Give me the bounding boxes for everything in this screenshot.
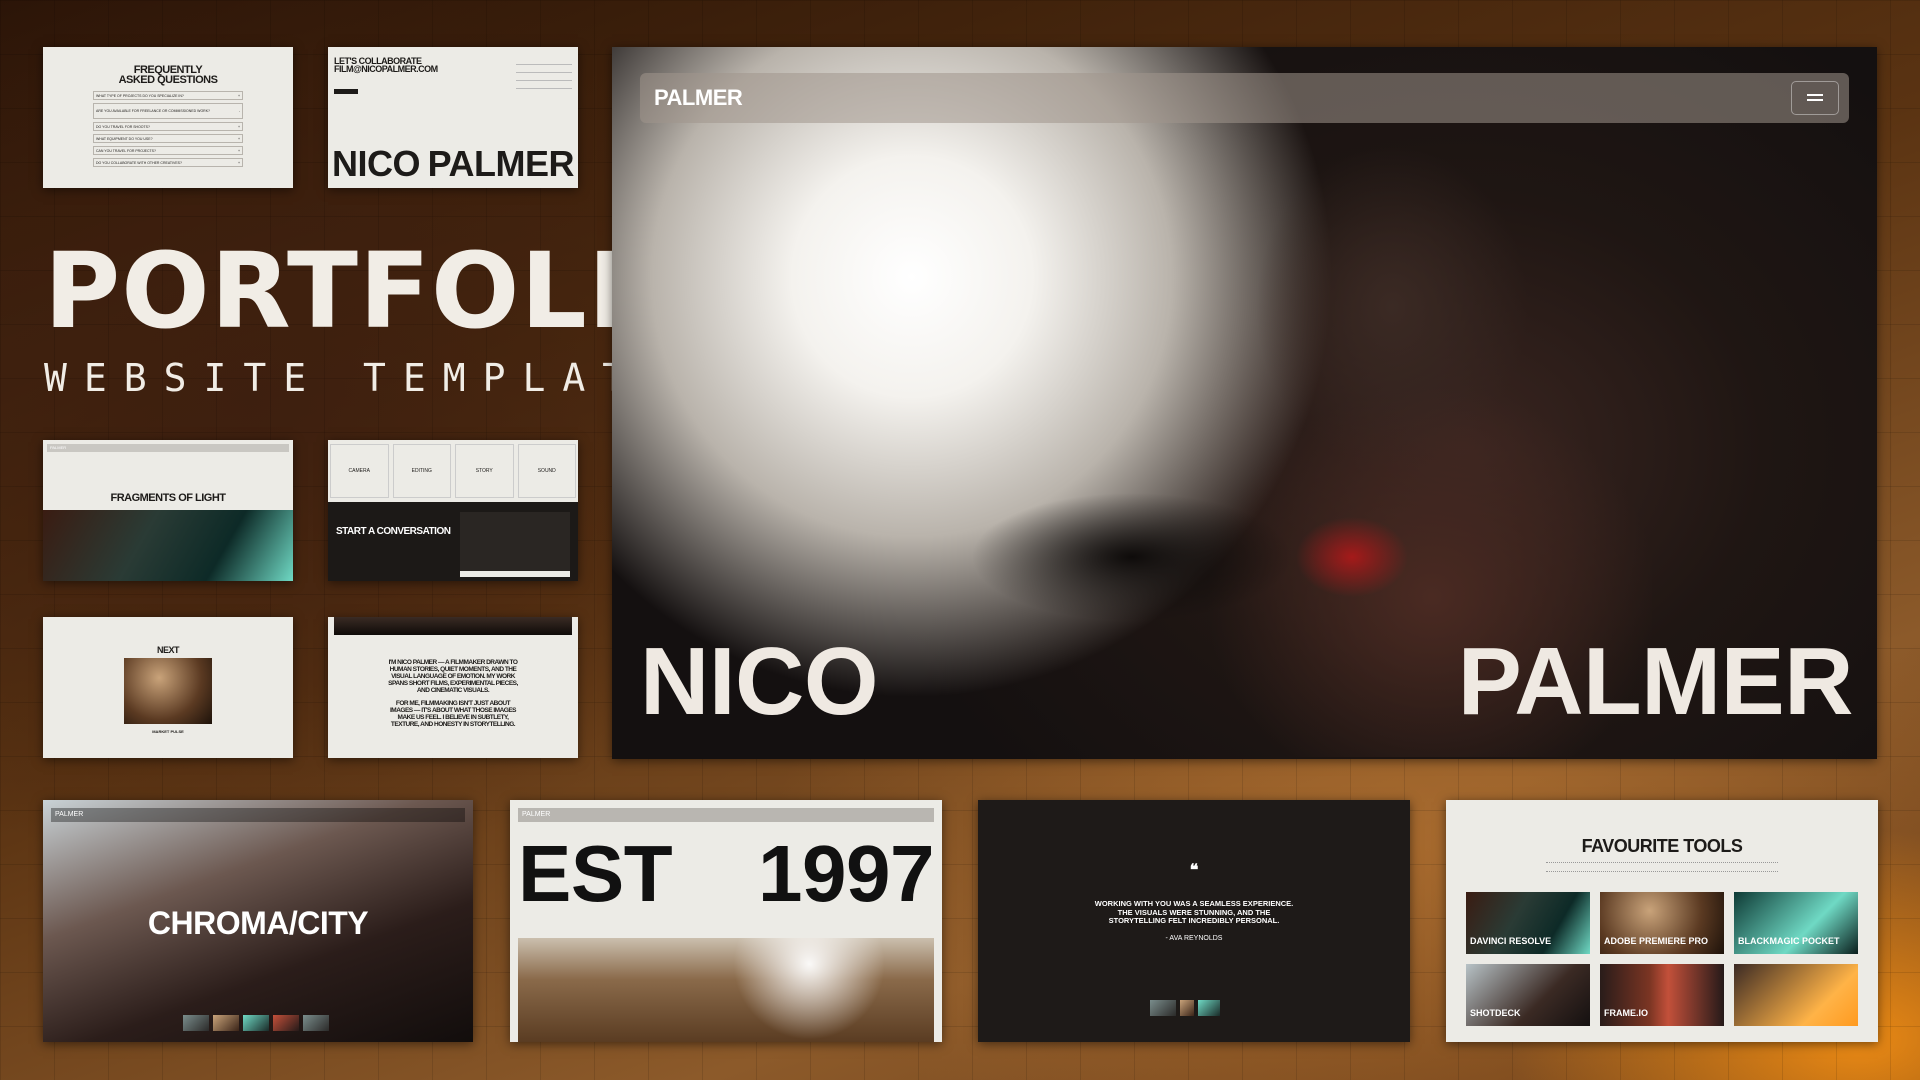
thumbnail[interactable] xyxy=(273,1015,299,1031)
chroma-title: CHROMA/CITY xyxy=(147,905,369,941)
faq-item[interactable]: DO YOU TRAVEL FOR SHOOTS? + xyxy=(93,122,243,131)
tool-card[interactable]: DAVINCI RESOLVE xyxy=(1466,892,1590,954)
faq-preview-card[interactable]: FREQUENTLY ASKED QUESTIONS WHAT TYPE OF … xyxy=(43,47,293,188)
bio-preview-card[interactable]: I'M NICO PALMER — A FILMMAKER DRAWN TO H… xyxy=(328,617,578,758)
fragments-navbar: PALMER xyxy=(47,444,289,452)
chroma-preview-card[interactable]: PALMER CHROMA/CITY xyxy=(43,800,473,1042)
faq-item[interactable]: WHAT TYPE OF PROJECTS DO YOU SPECIALIZE … xyxy=(93,91,243,100)
next-caption: MARKET PULSE xyxy=(152,729,184,734)
avatar[interactable] xyxy=(1198,1000,1220,1016)
avatar[interactable] xyxy=(1180,1000,1194,1016)
hero-subtitle: WEBSITE TEMPLATE xyxy=(44,356,683,400)
contact-button[interactable] xyxy=(334,89,358,94)
chroma-thumbnails xyxy=(183,1015,333,1031)
faq-item[interactable]: ARE YOU AVAILABLE FOR FREELANCE OR COMMI… xyxy=(93,103,243,119)
faq-item[interactable]: WHAT EQUIPMENT DO YOU USE? + xyxy=(93,134,243,143)
tool-card[interactable]: FRAME.IO xyxy=(1600,964,1724,1026)
contact-preview-card[interactable]: LET'S COLLABORATE FILM@NICOPALMER.COM NI… xyxy=(328,47,578,188)
main-brand[interactable]: PALMER xyxy=(654,85,743,111)
tab-story[interactable]: STORY xyxy=(455,444,514,498)
testimonial-avatars xyxy=(1150,1000,1240,1016)
tool-card[interactable] xyxy=(1734,964,1858,1026)
faq-list: WHAT TYPE OF PROJECTS DO YOU SPECIALIZE … xyxy=(93,91,243,167)
tools-preview-card[interactable]: FAVOURITE TOOLS DAVINCI RESOLVE ADOBE PR… xyxy=(1446,800,1878,1042)
testimonial-quote: WORKING WITH YOU WAS A SEAMLESS EXPERIEN… xyxy=(1094,899,1294,925)
est-left: EST xyxy=(518,829,673,918)
next-preview-card[interactable]: NEXT MARKET PULSE xyxy=(43,617,293,758)
faq-item[interactable]: DO YOU COLLABORATE WITH OTHER CREATIVES?… xyxy=(93,158,243,167)
chroma-navbar: PALMER xyxy=(51,808,465,822)
est-right: 1997 xyxy=(758,829,934,918)
est-studio-photo xyxy=(518,938,934,1042)
contact-name-left: NICO xyxy=(332,143,421,184)
camera-rig xyxy=(912,437,1432,667)
tool-card[interactable]: ADOBE PREMIERE PRO xyxy=(1600,892,1724,954)
fragments-photo xyxy=(43,510,293,581)
services-submit-button[interactable] xyxy=(460,571,570,577)
fragments-preview-card[interactable]: PALMER FRAGMENTS OF LIGHT xyxy=(43,440,293,581)
tool-card[interactable]: BLACKMAGIC POCKET xyxy=(1734,892,1858,954)
contact-form xyxy=(516,57,572,89)
tool-card[interactable]: SHOTDECK xyxy=(1466,964,1590,1026)
bio-text: I'M NICO PALMER — A FILMMAKER DRAWN TO H… xyxy=(388,659,518,728)
main-navbar: PALMER xyxy=(640,73,1849,123)
avatar[interactable] xyxy=(1150,1000,1176,1016)
thumbnail[interactable] xyxy=(183,1015,209,1031)
thumbnail[interactable] xyxy=(303,1015,329,1031)
main-name-right: PALMER xyxy=(1457,628,1854,735)
tab-editing[interactable]: EDITING xyxy=(392,444,451,498)
tab-camera[interactable]: CAMERA xyxy=(330,444,389,498)
tools-title: FAVOURITE TOOLS xyxy=(1581,836,1743,856)
services-form xyxy=(460,512,570,572)
services-cta-title: START A CONVERSATION xyxy=(336,526,451,537)
testimonial-preview-card[interactable]: ❝ WORKING WITH YOU WAS A SEAMLESS EXPERI… xyxy=(978,800,1410,1042)
fragments-title: FRAGMENTS OF LIGHT xyxy=(110,492,226,504)
est-preview-card[interactable]: PALMER EST 1997 xyxy=(510,800,942,1042)
bio-photo-strip xyxy=(334,617,572,635)
est-navbar: PALMER xyxy=(518,808,934,822)
thumbnail[interactable] xyxy=(243,1015,269,1031)
next-photo xyxy=(124,658,212,724)
next-label: NEXT xyxy=(156,645,180,655)
faq-item[interactable]: CAN YOU TRAVEL FOR PROJECTS? + xyxy=(93,146,243,155)
hamburger-icon[interactable] xyxy=(1791,81,1839,115)
testimonial-author: - AVA REYNOLDS xyxy=(1165,935,1223,942)
services-tabs: CAMERA EDITING STORY SOUND xyxy=(328,440,578,502)
main-name-left: NICO xyxy=(640,628,879,735)
quote-icon: ❝ xyxy=(1189,862,1199,879)
main-hero-preview[interactable]: PALMER NICO PALMER xyxy=(612,47,1877,759)
contact-heading: LET'S COLLABORATE FILM@NICOPALMER.COM xyxy=(334,56,438,74)
services-preview-card[interactable]: CAMERA EDITING STORY SOUND START A CONVE… xyxy=(328,440,578,581)
tab-sound[interactable]: SOUND xyxy=(517,444,576,498)
thumbnail[interactable] xyxy=(213,1015,239,1031)
tools-description xyxy=(1546,862,1778,872)
contact-name-right: PALMER xyxy=(427,143,575,184)
faq-title: FREQUENTLY ASKED QUESTIONS xyxy=(118,64,218,86)
